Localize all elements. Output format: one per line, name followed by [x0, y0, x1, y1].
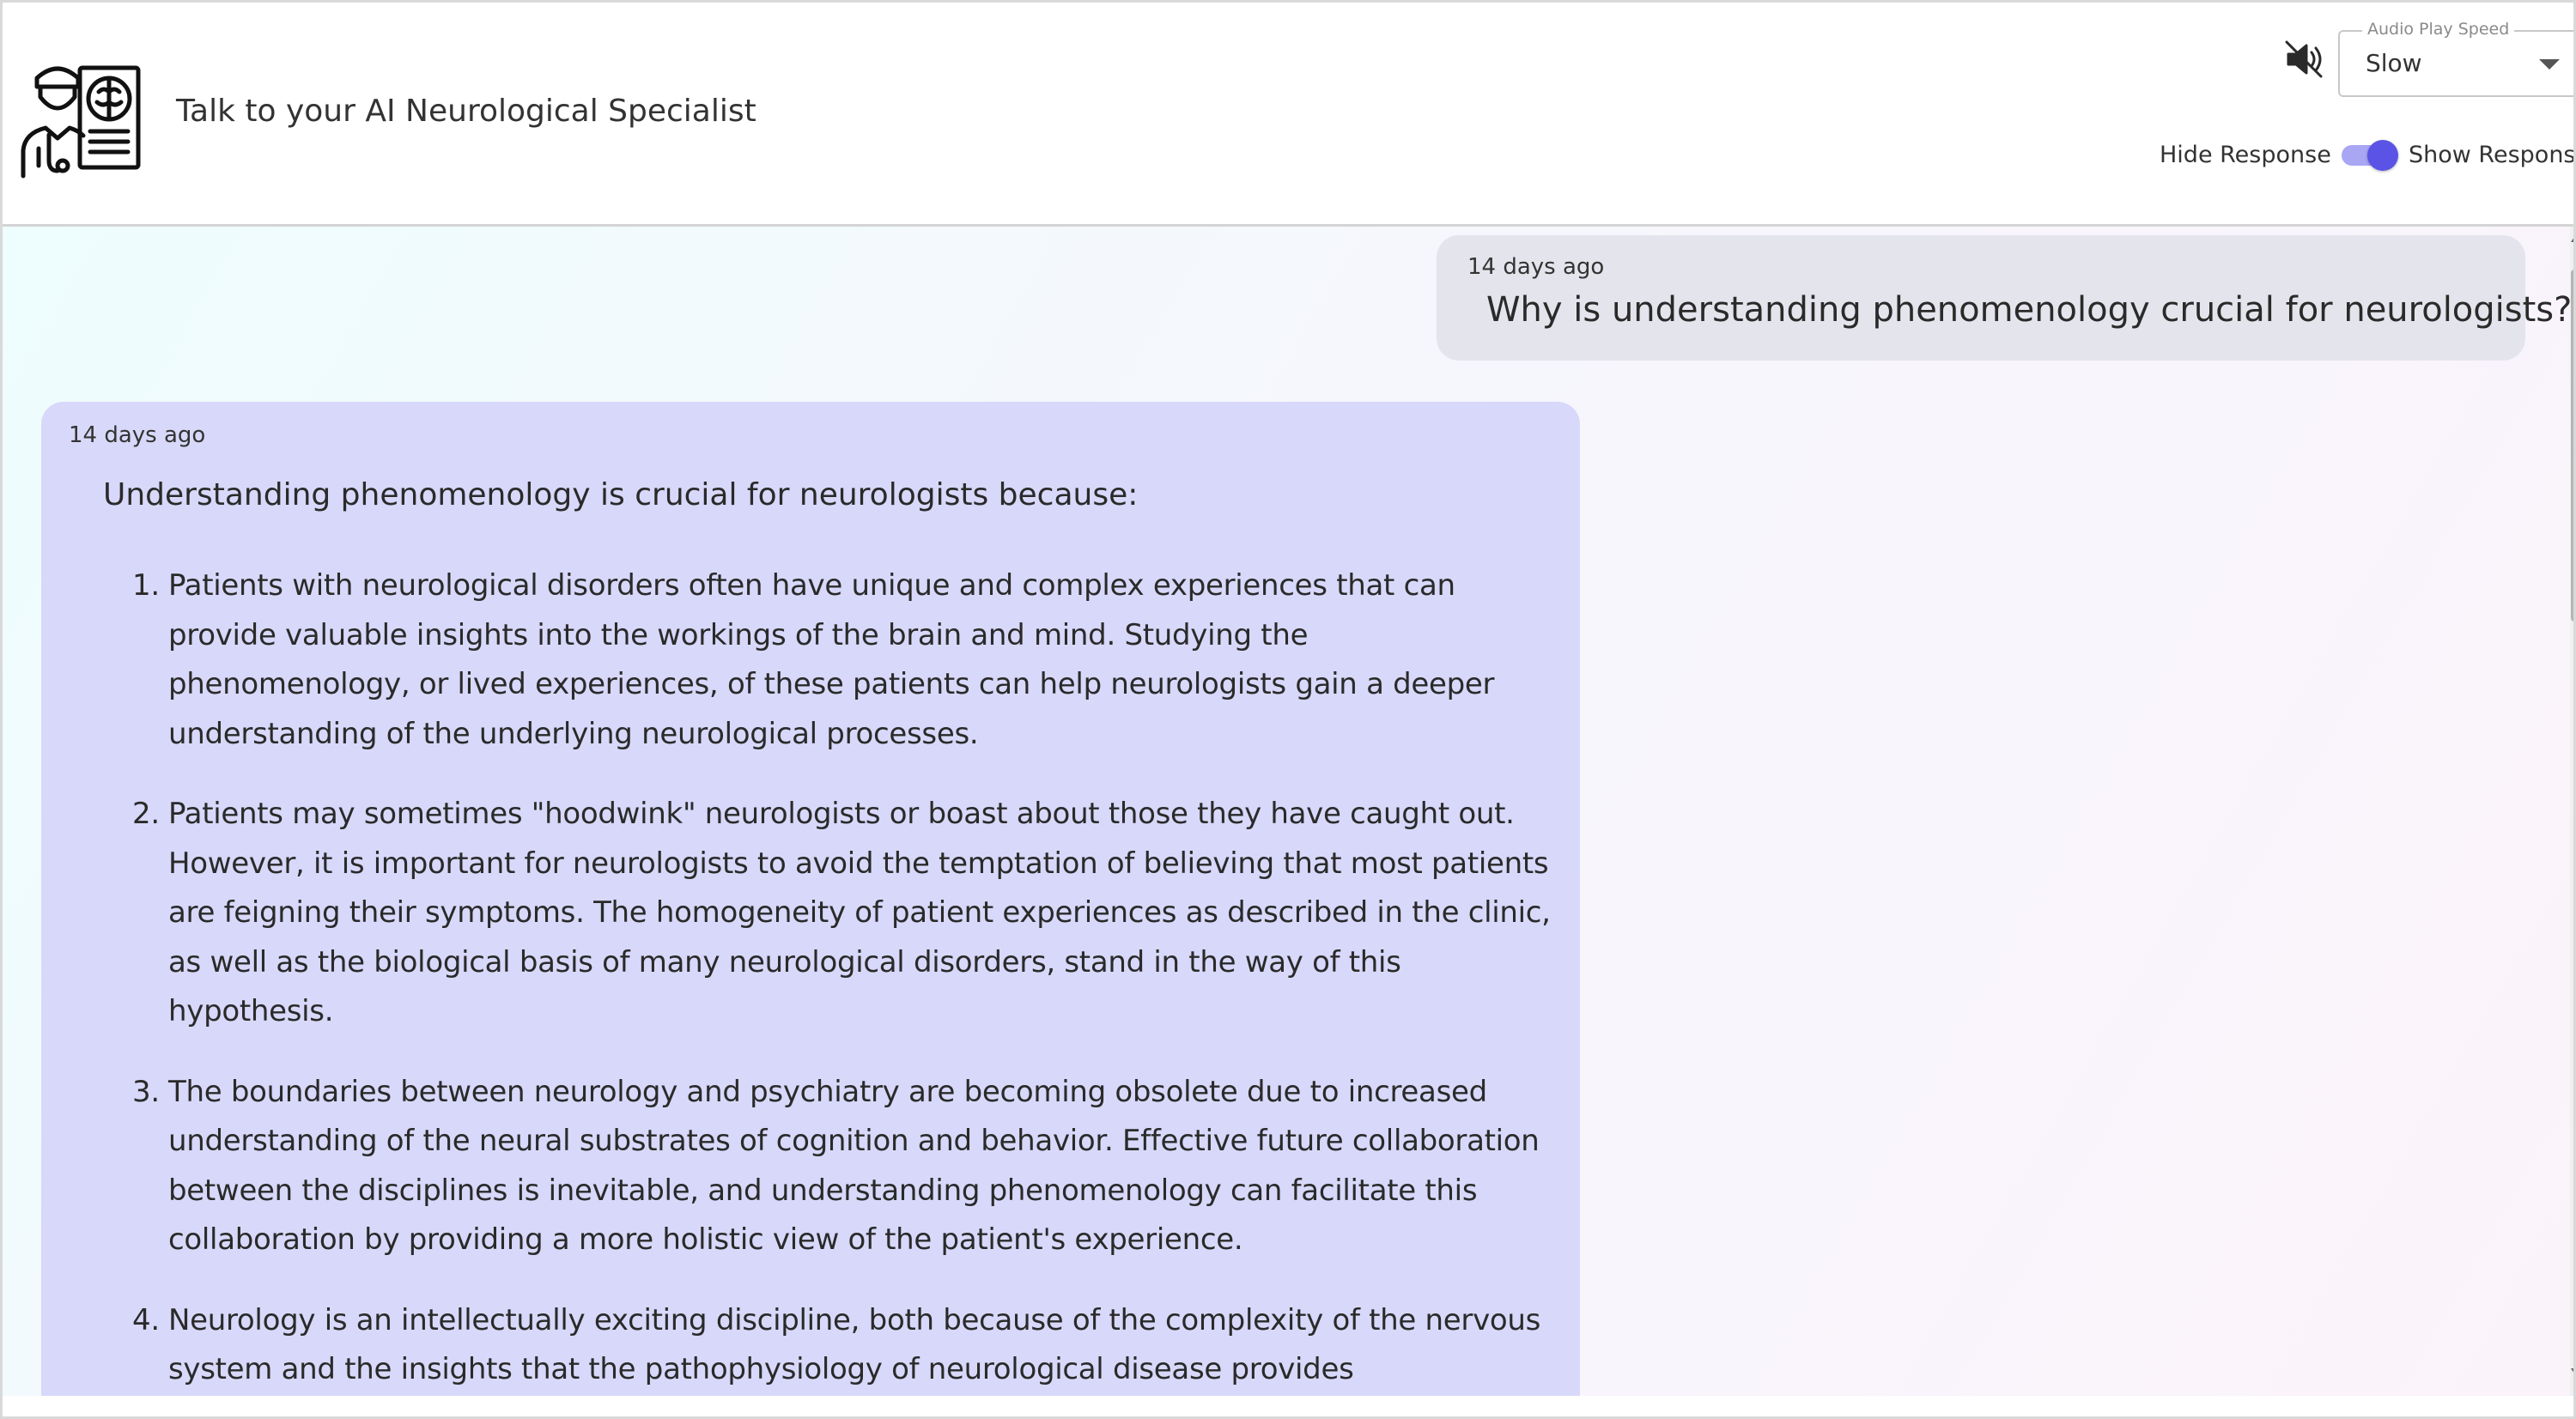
scrollbar-thumb[interactable] — [2571, 270, 2573, 622]
user-message: 14 days ago Why is understanding phenome… — [1437, 235, 2570, 361]
ai-message: 14 days ago Understanding phenomenology … — [41, 402, 1580, 1396]
user-message-text: Why is understanding phenomenology cruci… — [1486, 290, 2570, 330]
show-response-label: Show Response — [2409, 142, 2576, 168]
response-toggle[interactable] — [2342, 140, 2398, 171]
chat-area: 14 days ago Why is understanding phenome… — [3, 227, 2570, 1396]
doctor-brain-scan-icon — [21, 65, 141, 179]
hide-response-label: Hide Response — [2160, 142, 2331, 168]
app-window: Talk to your AI Neurological Specialist … — [0, 0, 2576, 1419]
ai-message-intro: Understanding phenomenology is crucial f… — [103, 477, 1139, 512]
list-item: 3. The boundaries between neurology and … — [132, 1068, 1558, 1265]
chevron-down-icon[interactable] — [2539, 59, 2560, 70]
audio-speed-select[interactable]: Audio Play Speed Slow — [2338, 20, 2573, 97]
toggle-knob[interactable] — [2367, 140, 2398, 171]
list-item-text: The boundaries between neurology and psy… — [168, 1074, 1540, 1258]
app-title: Talk to your AI Neurological Specialist — [176, 94, 756, 129]
list-item-text: Neurology is an intellectually exciting … — [168, 1302, 1541, 1387]
list-item-text: Patients may sometimes "hoodwink" neurol… — [168, 797, 1551, 1028]
speaker-muted-icon[interactable] — [2281, 37, 2326, 82]
audio-speed-value: Slow — [2366, 49, 2422, 77]
scroll-down-arrow-icon[interactable] — [2571, 1368, 2573, 1374]
message-timestamp: 14 days ago — [1467, 254, 1605, 280]
list-item: 1. Patients with neurological disorders … — [132, 561, 1558, 759]
list-item-number: 4. — [132, 1302, 160, 1337]
list-item-number: 3. — [132, 1074, 160, 1109]
ai-answer-list: 1. Patients with neurological disorders … — [132, 561, 1558, 1396]
audio-speed-legend: Audio Play Speed — [2362, 20, 2515, 39]
list-item-number: 1. — [132, 568, 160, 603]
chat-scrollbar[interactable] — [2570, 227, 2573, 1396]
list-item-text: Patients with neurological disorders oft… — [168, 568, 1495, 751]
list-item: 4. Neurology is an intellectually exciti… — [132, 1296, 1558, 1395]
list-item-number: 2. — [132, 797, 160, 831]
list-item: 2. Patients may sometimes "hoodwink" neu… — [132, 790, 1558, 1037]
message-timestamp: 14 days ago — [69, 422, 206, 448]
app-header: Talk to your AI Neurological Specialist … — [3, 3, 2576, 227]
scroll-up-arrow-icon[interactable] — [2571, 237, 2573, 242]
